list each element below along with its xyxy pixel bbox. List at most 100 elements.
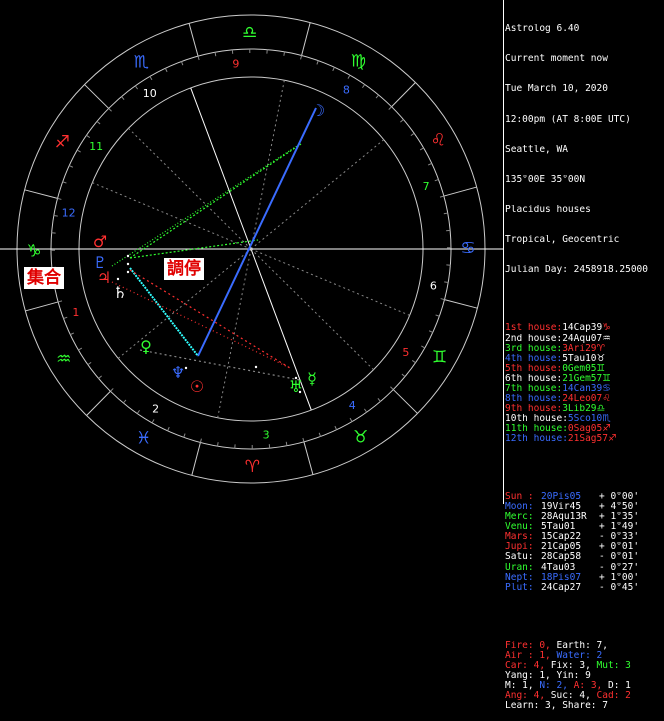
house-row: 12th house:21Sag57♐ [505, 434, 664, 444]
element-segment: M: 1, [505, 681, 539, 691]
degree-tick [88, 362, 91, 364]
sign-divider [25, 302, 58, 311]
house-row: 5th house:0Gem05♊ [505, 364, 664, 374]
sign-divider [189, 23, 198, 56]
house-number: 11 [89, 140, 103, 153]
wheel-frame [0, 15, 503, 483]
planet-row: Satu:28Cap58- 0°01' [505, 552, 664, 562]
degree-tick [137, 410, 139, 413]
planet-name: Nept: [505, 573, 541, 583]
degree-tick [319, 433, 320, 437]
degree-tick [184, 434, 185, 438]
degree-tick [335, 426, 337, 430]
degree-tick [123, 400, 126, 403]
planet-speed: - 0°01' [599, 552, 639, 562]
sign-11-icon: ♓ [136, 429, 151, 449]
planet-speed: + 1°49' [599, 522, 639, 532]
degree-tick [69, 166, 73, 168]
planet-name: Merc: [505, 512, 541, 522]
house-value: 21Sag57 [568, 434, 608, 444]
element-segment: Water: 2 [556, 651, 602, 661]
degree-tick [378, 398, 381, 401]
house-value: 14Cap39 [562, 323, 602, 333]
degree-tick [165, 68, 167, 72]
degree-tick [70, 333, 74, 335]
sign-divider [444, 300, 477, 309]
degree-tick [429, 331, 433, 333]
degree-tick [440, 196, 444, 197]
planet-marker [127, 271, 129, 273]
sign-9-icon: ♑ [26, 241, 41, 261]
planet-speed: - 0°27' [599, 563, 639, 573]
house-system: Placidus houses [505, 205, 664, 215]
house-number: 8 [343, 83, 350, 96]
house-sign-icon: ♐ [602, 424, 611, 434]
sign-divider [392, 83, 416, 107]
house-number: 4 [349, 399, 356, 412]
planet-position-list: Sun :20Pis05+ 0°00'Moon:19Vir45+ 4°50'Me… [505, 492, 664, 592]
house-label: 3rd house: [505, 344, 562, 354]
degree-tick [286, 442, 287, 446]
uranus-icon: ♅ [289, 377, 303, 396]
venus-icon: ♀ [140, 337, 152, 356]
sign-0-icon: ♈ [245, 457, 260, 477]
house-label: 2nd house: [505, 334, 562, 344]
sun-icon: ☉ [190, 377, 204, 396]
house-label: 6th house: [505, 374, 562, 384]
element-row: Fire: 0, Earth: 7, [505, 641, 664, 651]
house-sign-icon: ♐ [608, 434, 617, 444]
degree-tick [400, 120, 403, 123]
info-panel: Astrolog 6.40 Current moment now Tue Mar… [505, 4, 664, 721]
house-label: 8th house: [505, 394, 562, 404]
degree-tick [58, 301, 62, 302]
house-value: 5Tau10 [562, 354, 596, 364]
planet-position: 20Pis05 [541, 492, 599, 502]
neptune-icon: ♆ [171, 363, 185, 382]
degree-tick [135, 86, 137, 89]
degree-tick [97, 121, 100, 124]
sign-1-icon: ♉ [353, 427, 368, 447]
chart-wheel: ♈♉♊♋♌♍♎♏♐♑♒♓ 123456789101112 ♂♇♃♄☽♀♆☉☿♅ [0, 0, 503, 504]
sign-8-icon: ♐ [55, 133, 70, 153]
degree-tick [303, 438, 304, 442]
degree-tick [58, 198, 62, 199]
house-row: 4th house:5Tau10♉ [505, 354, 664, 364]
degree-tick [411, 133, 414, 135]
degree-tick [420, 148, 423, 150]
planet-name: Venu: [505, 522, 541, 532]
house-value: 24Leo07 [562, 394, 602, 404]
house-sign-icon: ♊ [597, 364, 606, 374]
mercury-icon: ☿ [307, 369, 317, 388]
sign-divider [87, 391, 111, 415]
planet-speed: + 1°00' [599, 573, 639, 583]
house-label: 9th house: [505, 404, 562, 414]
degree-tick [362, 84, 364, 87]
house-sign-icon: ♈ [597, 344, 606, 354]
element-segment: Learn: 3, Share: 7 [505, 701, 608, 711]
degree-tick [402, 374, 405, 377]
sign-divider [302, 23, 311, 56]
planet-position: 28Aqu13R [541, 512, 599, 522]
degree-tick [444, 282, 448, 283]
house-sign-icon: ♎ [597, 404, 606, 414]
house-number: 9 [232, 58, 239, 71]
house-label: 5th house: [505, 364, 562, 374]
degree-tick [78, 348, 81, 350]
element-segment: Suc: 4, [551, 691, 597, 701]
degree-tick [63, 182, 67, 183]
planet-marker [255, 366, 257, 368]
degree-tick [444, 213, 448, 214]
planet-name: Satu: [505, 552, 541, 562]
degree-tick [54, 215, 58, 216]
sign-4-icon: ♌ [431, 130, 446, 150]
house-value: 3Lib29 [562, 404, 596, 414]
house-value: 24Aqu07 [562, 334, 602, 344]
house-row: 7th house:14Can39♋ [505, 384, 664, 394]
sign-2-icon: ♊ [432, 347, 447, 367]
house-cusp-line [251, 140, 384, 249]
planet-speed: + 0°00' [599, 492, 639, 502]
house-row: 1st house:14Cap39♑ [505, 323, 664, 333]
mars-icon: ♂ [93, 232, 107, 251]
planet-position: 5Tau01 [541, 522, 599, 532]
planet-speed: - 0°45' [599, 583, 639, 593]
